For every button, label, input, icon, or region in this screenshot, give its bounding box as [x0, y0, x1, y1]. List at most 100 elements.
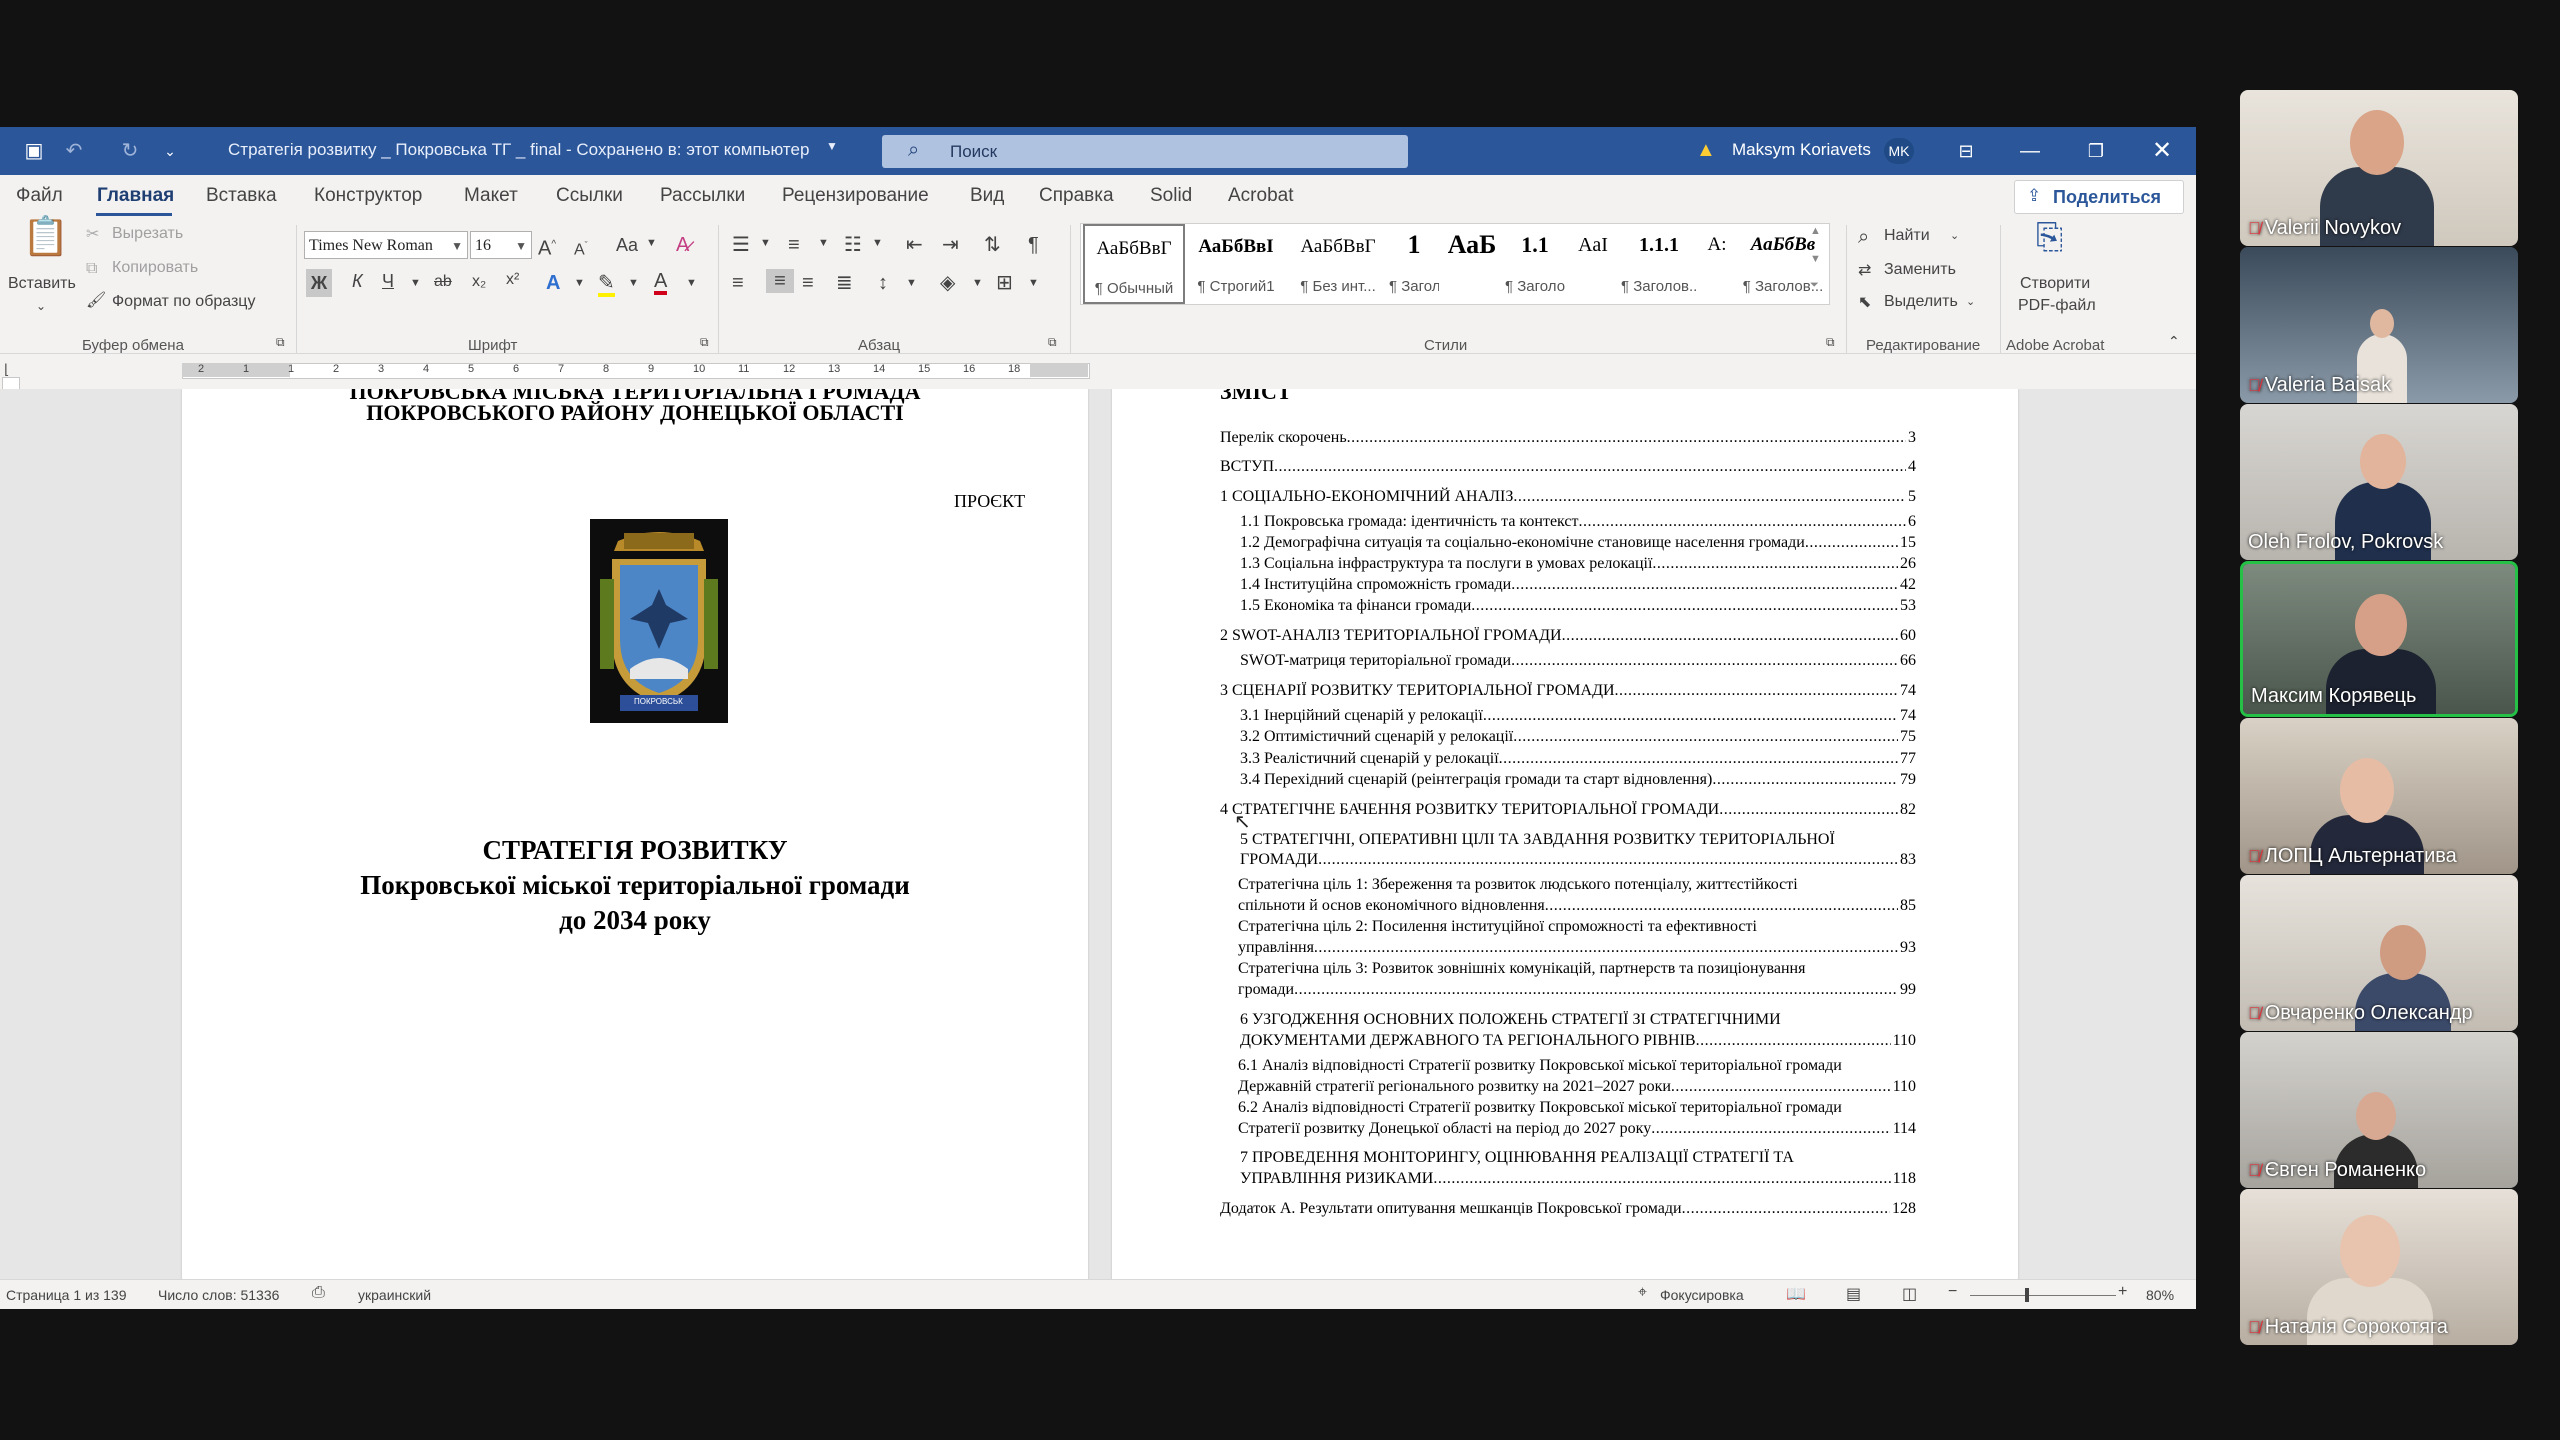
underline-button[interactable]: Ч — [382, 271, 394, 292]
paste-icon[interactable]: 📋 — [22, 218, 69, 256]
participant-tile[interactable]: Максим Корявець — [2240, 561, 2518, 717]
language-indicator[interactable]: украинский — [358, 1287, 431, 1303]
zoom-in-icon[interactable]: + — [2118, 1283, 2127, 1301]
increase-indent-icon[interactable]: ⇥ — [942, 233, 959, 257]
toc-entry[interactable]: Стратегії розвитку Донецької області на … — [1238, 1120, 1916, 1138]
toc-entry[interactable]: Додаток А. Результати опитування мешканц… — [1220, 1200, 1916, 1218]
justify-icon[interactable]: ≣ — [836, 271, 853, 295]
tab-insert[interactable]: Вставка — [206, 185, 277, 207]
line-spacing-icon[interactable]: ↕ — [878, 271, 888, 295]
participant-tile[interactable]: 🎙̸ Овчаренко Олександр — [2240, 875, 2518, 1031]
clear-formatting-icon[interactable]: A̷ — [676, 233, 689, 257]
tab-layout[interactable]: Макет — [464, 185, 518, 207]
restore-button[interactable]: ❐ — [2066, 127, 2126, 175]
style-heading-1[interactable]: 1 ¶ Заголов... — [1389, 224, 1439, 304]
superscript-button[interactable]: x² — [506, 271, 519, 289]
toc-entry[interactable]: SWOT-матриця територіальної громади 66 — [1240, 652, 1916, 670]
font-color-icon[interactable]: A — [654, 269, 668, 295]
text-effects-icon[interactable]: A — [546, 271, 560, 295]
toc-entry[interactable]: 4 СТРАТЕГІЧНЕ БАЧЕННЯ РОЗВИТКУ ТЕРИТОРІА… — [1220, 801, 1916, 819]
align-right-icon[interactable]: ≡ — [802, 271, 814, 295]
zoom-slider-thumb[interactable] — [2024, 1288, 2029, 1302]
shrink-font-icon[interactable]: Aˇ — [574, 233, 588, 262]
font-size-combo[interactable]: 16 ▼ — [470, 231, 532, 259]
paste-dropdown-icon[interactable]: ⌄ — [36, 299, 46, 313]
toc-entry[interactable]: 5 СТРАТЕГІЧНІ, ОПЕРАТИВНІ ЦІЛІ ТА ЗАВДАН… — [1240, 831, 1835, 849]
paragraph-launcher-icon[interactable]: ⧉ — [1048, 335, 1057, 350]
styles-launcher-icon[interactable]: ⧉ — [1826, 335, 1835, 350]
change-case-button[interactable]: Aa — [616, 235, 638, 256]
tab-review[interactable]: Рецензирование — [782, 185, 929, 207]
bullets-icon[interactable]: ☰ — [732, 233, 750, 257]
toc-entry[interactable]: 3 СЦЕНАРІЇ РОЗВИТКУ ТЕРИТОРІАЛЬНОЇ ГРОМА… — [1220, 682, 1916, 700]
focus-mode-button[interactable]: Фокусировка — [1660, 1287, 1744, 1303]
toc-entry[interactable]: 3.2 Оптимістичний сценарій у релокації 75 — [1240, 728, 1916, 746]
toc-entry[interactable]: 2 SWOT-АНАЛІЗ ТЕРИТОРІАЛЬНОЇ ГРОМАДИ 60 — [1220, 627, 1916, 645]
tab-selector-icon[interactable]: ⌊ — [4, 361, 9, 378]
undo-icon[interactable]: ↶ — [62, 139, 86, 163]
toc-entry[interactable]: Перелік скорочень 3 — [1220, 429, 1916, 447]
tab-home[interactable]: Главная — [97, 185, 174, 207]
zoom-slider[interactable] — [1970, 1288, 2116, 1302]
shading-icon[interactable]: ◈ — [940, 271, 955, 295]
tab-design[interactable]: Конструктор — [314, 185, 422, 207]
toc-entry[interactable]: Стратегічна ціль 3: Розвиток зовнішніх к… — [1238, 960, 1805, 978]
select-button[interactable]: Выделить — [1884, 293, 1958, 311]
warning-icon[interactable]: ▲ — [1696, 139, 1716, 162]
toc-entry[interactable]: спільноти й основ економічного відновлен… — [1238, 897, 1916, 915]
word-count[interactable]: Число слов: 51336 — [158, 1287, 279, 1303]
page-count[interactable]: Страница 1 из 139 — [6, 1287, 127, 1303]
toc-entry[interactable]: 1.2 Демографічна ситуація та соціально-е… — [1240, 534, 1916, 552]
format-painter-button[interactable]: Формат по образцу — [112, 293, 255, 311]
customize-toolbar-icon[interactable]: ⌄ — [158, 139, 182, 163]
bold-button[interactable]: Ж — [306, 269, 332, 297]
sort-icon[interactable]: ⇅ — [984, 233, 1001, 257]
strikethrough-button[interactable]: ab — [434, 273, 452, 291]
collapse-ribbon-icon[interactable]: ⌃ — [2168, 333, 2180, 350]
proofing-icon[interactable]: ⎙ — [312, 1284, 325, 1302]
highlight-icon[interactable]: ✎ — [598, 271, 615, 297]
toc-entry[interactable]: 1.1 Покровська громада: ідентичність та … — [1240, 513, 1916, 531]
align-left-icon[interactable]: ≡ — [732, 271, 744, 295]
tab-mailings[interactable]: Рассылки — [660, 185, 745, 207]
close-button[interactable]: ✕ — [2132, 127, 2192, 175]
style-heading-title[interactable]: АаБ — [1439, 224, 1505, 304]
styles-scroll-down-icon[interactable]: ▼ — [1810, 253, 1821, 265]
print-layout-icon[interactable]: ▤ — [1846, 1284, 1861, 1304]
numbering-icon[interactable]: ≡ — [788, 233, 800, 257]
user-name[interactable]: Maksym Koriavets — [1732, 140, 1871, 160]
tab-references[interactable]: Ссылки — [556, 185, 623, 207]
styles-scroll-up-icon[interactable]: ▲ — [1810, 225, 1821, 237]
replace-button[interactable]: Заменить — [1884, 261, 1956, 279]
zoom-out-icon[interactable]: − — [1948, 1283, 1957, 1301]
copy-button[interactable]: Копировать — [112, 259, 198, 277]
search-box[interactable]: ⌕ Поиск — [882, 135, 1408, 168]
toc-entry[interactable]: ДОКУМЕНТАМИ ДЕРЖАВНОГО ТА РЕГІОНАЛЬНОГО … — [1240, 1032, 1916, 1050]
style-heading-3[interactable]: 1.1.1 ¶ Заголов... — [1621, 224, 1697, 304]
participant-tile[interactable]: 🎙̸ Valerii Novykov — [2240, 90, 2518, 246]
user-avatar[interactable]: MK — [1884, 138, 1914, 164]
participant-tile[interactable]: 🎙̸ Valeria Baisak — [2240, 247, 2518, 403]
font-name-combo[interactable]: Times New Roman ▼ — [304, 231, 468, 259]
title-dropdown-icon[interactable]: ▼ — [826, 139, 838, 153]
style-no-spacing[interactable]: АаБбВвГ ¶ Без инт... — [1287, 224, 1389, 304]
toc-entry[interactable]: 6.2 Аналіз відповідності Стратегії розви… — [1238, 1099, 1842, 1117]
style-normal[interactable]: АаБбВвГ ¶ Обычный — [1083, 224, 1185, 304]
toc-entry[interactable]: 1.5 Економіка та фінанси громади 53 — [1240, 597, 1916, 615]
participant-tile[interactable]: Oleh Frolov, Pokrovsk — [2240, 404, 2518, 560]
styles-more-icon[interactable]: ⏷ — [1810, 279, 1819, 292]
borders-icon[interactable]: ⊞ — [996, 271, 1013, 295]
page-toc[interactable]: ЗМІСТ Перелік скорочень 3 ВСТУП 4 1 СОЦІАЛЬН… — [1112, 389, 2018, 1279]
participant-tile[interactable]: 🎙̸ Євген Романенко — [2240, 1032, 2518, 1188]
share-button[interactable]: ⇪ Поделиться — [2014, 180, 2184, 214]
toc-entry[interactable]: 3.4 Перехідний сценарій (реінтеграція гр… — [1240, 771, 1916, 789]
toc-entry[interactable]: 1.4 Інституційна спроможність громади 42 — [1240, 576, 1916, 594]
toc-entry[interactable]: 1.3 Соціальна інфраструктура та послуги … — [1240, 555, 1916, 573]
paste-button[interactable]: Вставить — [8, 275, 76, 293]
zoom-level[interactable]: 80% — [2146, 1287, 2174, 1303]
toc-entry[interactable]: громади 99 — [1238, 981, 1916, 999]
create-pdf-label-1[interactable]: Створити — [2020, 275, 2090, 293]
show-formatting-marks-icon[interactable]: ¶ — [1028, 233, 1039, 257]
save-icon[interactable]: ▣ — [22, 139, 46, 163]
font-launcher-icon[interactable]: ⧉ — [700, 335, 709, 350]
